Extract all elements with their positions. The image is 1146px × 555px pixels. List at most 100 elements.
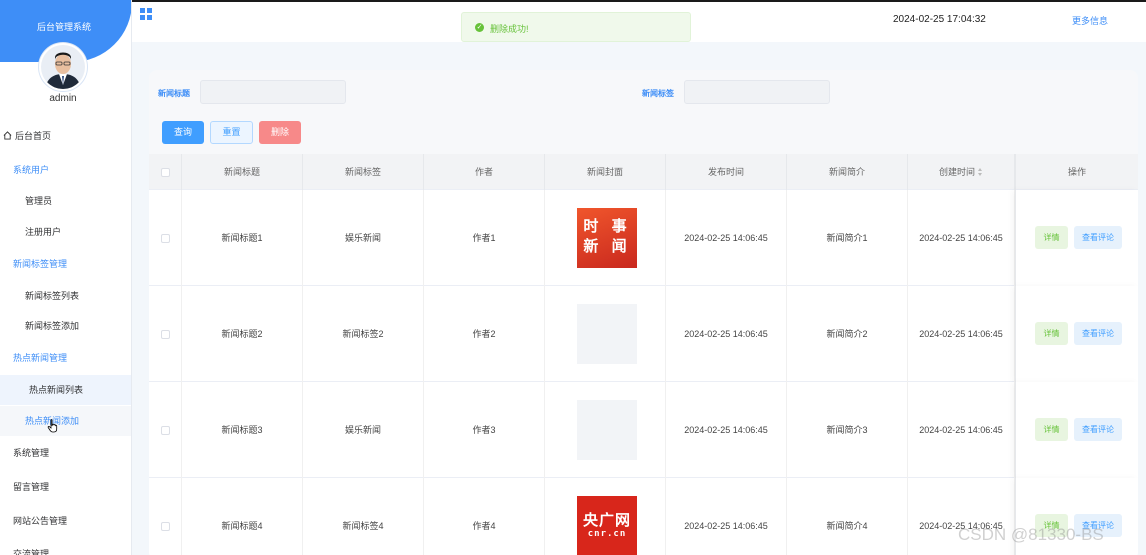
cell-actions: 详情 查看评论 bbox=[1015, 382, 1138, 478]
cell-author: 作者3 bbox=[424, 382, 545, 478]
header-datetime: 2024-02-25 17:04:32 bbox=[893, 14, 986, 25]
menu-admins[interactable]: 管理员 bbox=[0, 186, 131, 216]
detail-button[interactable]: 详情 bbox=[1035, 226, 1068, 249]
cover-image[interactable] bbox=[577, 304, 637, 364]
header-cover: 新闻封面 bbox=[545, 154, 666, 190]
app-title: 后台管理系统 bbox=[36, 22, 91, 32]
menu-hot-list[interactable]: 热点新闻列表 bbox=[0, 375, 131, 405]
cell-author: 作者1 bbox=[424, 190, 545, 286]
cell-tag: 娱乐新闻 bbox=[303, 190, 424, 286]
reset-button[interactable]: 重置 bbox=[210, 121, 253, 144]
header-summary: 新闻简介 bbox=[787, 154, 908, 190]
search-title-label: 新闻标题 bbox=[158, 89, 190, 98]
cell-title: 新闻标题1 bbox=[182, 190, 303, 286]
cell-tag: 新闻标签2 bbox=[303, 286, 424, 382]
cell-publish-time: 2024-02-25 14:06:45 bbox=[666, 286, 787, 382]
cell-title: 新闻标题4 bbox=[182, 478, 303, 555]
row-select[interactable] bbox=[149, 190, 182, 286]
menu-hot-mgmt[interactable]: 热点新闻管理 bbox=[0, 343, 131, 373]
cell-created: 2024-02-25 14:06:45 bbox=[908, 190, 1015, 286]
avatar[interactable] bbox=[39, 43, 87, 91]
success-toast: ✓ 删除成功! bbox=[461, 12, 691, 42]
cell-cover: 时 事 新 闻 bbox=[545, 190, 666, 286]
cell-author: 作者2 bbox=[424, 286, 545, 382]
cell-created: 2024-02-25 14:06:45 bbox=[908, 286, 1015, 382]
sort-icon[interactable] bbox=[978, 168, 983, 176]
menu-system-users[interactable]: 系统用户 bbox=[0, 155, 131, 185]
home-icon bbox=[3, 131, 12, 140]
toast-message: 删除成功! bbox=[490, 24, 529, 34]
check-circle-icon: ✓ bbox=[475, 23, 484, 32]
hand-cursor-icon bbox=[47, 419, 58, 433]
cell-summary: 新闻简介2 bbox=[787, 286, 908, 382]
menu-more[interactable]: 交流管理 bbox=[0, 539, 131, 555]
row-checkbox[interactable] bbox=[160, 330, 170, 340]
cell-title: 新闻标题3 bbox=[182, 382, 303, 478]
cell-tag: 新闻标签4 bbox=[303, 478, 424, 555]
menu-hot-add[interactable]: 热点新闻添加 bbox=[0, 406, 131, 436]
menu-tag-mgmt[interactable]: 新闻标签管理 bbox=[0, 249, 131, 279]
header-title: 新闻标题 bbox=[182, 154, 303, 190]
more-info-link[interactable]: 更多信息 bbox=[1072, 14, 1108, 27]
cell-cover bbox=[545, 286, 666, 382]
detail-button[interactable]: 详情 bbox=[1035, 322, 1068, 345]
header-select-all[interactable] bbox=[149, 154, 182, 190]
cell-summary: 新闻简介4 bbox=[787, 478, 908, 555]
cell-publish-time: 2024-02-25 14:06:45 bbox=[666, 382, 787, 478]
table-row: 新闻标题2 新闻标签2 作者2 2024-02-25 14:06:45 新闻简介… bbox=[149, 286, 1138, 382]
cell-author: 作者4 bbox=[424, 478, 545, 555]
view-comments-button[interactable]: 查看评论 bbox=[1074, 226, 1122, 249]
view-comments-button[interactable]: 查看评论 bbox=[1074, 418, 1122, 441]
cell-actions: 详情 查看评论 bbox=[1015, 286, 1138, 382]
menu-message-mgmt[interactable]: 留言管理 bbox=[0, 472, 131, 502]
cell-summary: 新闻简介1 bbox=[787, 190, 908, 286]
search-title-input[interactable] bbox=[200, 80, 346, 104]
cover-image[interactable]: 央广网 cnr.cn bbox=[577, 496, 637, 555]
cell-title: 新闻标题2 bbox=[182, 286, 303, 382]
header-publish-time: 发布时间 bbox=[666, 154, 787, 190]
row-select[interactable] bbox=[149, 478, 182, 555]
cover-image[interactable] bbox=[577, 400, 637, 460]
table-row: 新闻标题3 娱乐新闻 作者3 2024-02-25 14:06:45 新闻简介3… bbox=[149, 382, 1138, 478]
cell-summary: 新闻简介3 bbox=[787, 382, 908, 478]
cell-cover bbox=[545, 382, 666, 478]
cover-image[interactable]: 时 事 新 闻 bbox=[577, 208, 637, 268]
menu-toggle-icon[interactable] bbox=[140, 8, 153, 21]
sidebar: 后台管理系统 admin 后台首页 系统用户 管理员 注册用户 新闻标签管理 新… bbox=[0, 0, 132, 555]
row-checkbox[interactable] bbox=[160, 522, 170, 532]
header-created-label: 创建时间 bbox=[938, 167, 975, 177]
avatar-image bbox=[41, 45, 85, 89]
menu-tag-add[interactable]: 新闻标签添加 bbox=[0, 311, 131, 341]
view-comments-button[interactable]: 查看评论 bbox=[1074, 322, 1122, 345]
header-created[interactable]: 创建时间 bbox=[908, 154, 1015, 190]
cell-publish-time: 2024-02-25 14:06:45 bbox=[666, 190, 787, 286]
header-author: 作者 bbox=[424, 154, 545, 190]
select-all-checkbox[interactable] bbox=[160, 168, 170, 178]
menu-home[interactable]: 后台首页 bbox=[0, 121, 131, 151]
detail-button[interactable]: 详情 bbox=[1035, 418, 1068, 441]
row-select[interactable] bbox=[149, 286, 182, 382]
menu-home-label: 后台首页 bbox=[15, 131, 52, 141]
cover-logo-subtext: cnr.cn bbox=[587, 529, 627, 539]
row-select[interactable] bbox=[149, 382, 182, 478]
menu-tag-list[interactable]: 新闻标签列表 bbox=[0, 281, 131, 311]
header-tag: 新闻标签 bbox=[303, 154, 424, 190]
query-button[interactable]: 查询 bbox=[162, 121, 204, 144]
delete-button[interactable]: 删除 bbox=[259, 121, 301, 144]
cell-publish-time: 2024-02-25 14:06:45 bbox=[666, 478, 787, 555]
menu-notice-mgmt[interactable]: 网站公告管理 bbox=[0, 506, 131, 536]
watermark: CSDN @81330-BS bbox=[958, 525, 1104, 544]
cell-tag: 娱乐新闻 bbox=[303, 382, 424, 478]
table-header: 新闻标题 新闻标签 作者 新闻封面 发布时间 新闻简介 创建时间 操作 bbox=[149, 154, 1138, 190]
cell-actions: 详情 查看评论 bbox=[1015, 190, 1138, 286]
header-actions: 操作 bbox=[1015, 154, 1138, 190]
menu-system-mgmt[interactable]: 系统管理 bbox=[0, 438, 131, 468]
search-tag-input[interactable] bbox=[684, 80, 830, 104]
cell-cover: 央广网 cnr.cn bbox=[545, 478, 666, 555]
menu-registered-users[interactable]: 注册用户 bbox=[0, 217, 131, 247]
row-checkbox[interactable] bbox=[160, 234, 170, 244]
row-checkbox[interactable] bbox=[160, 426, 170, 436]
main-card: 新闻标题 新闻标签 查询 重置 删除 新闻标题 新闻标签 作者 新闻封面 发布时… bbox=[149, 70, 1138, 555]
cell-created: 2024-02-25 14:06:45 bbox=[908, 382, 1015, 478]
cover-logo-text: 央广网 bbox=[582, 512, 631, 529]
